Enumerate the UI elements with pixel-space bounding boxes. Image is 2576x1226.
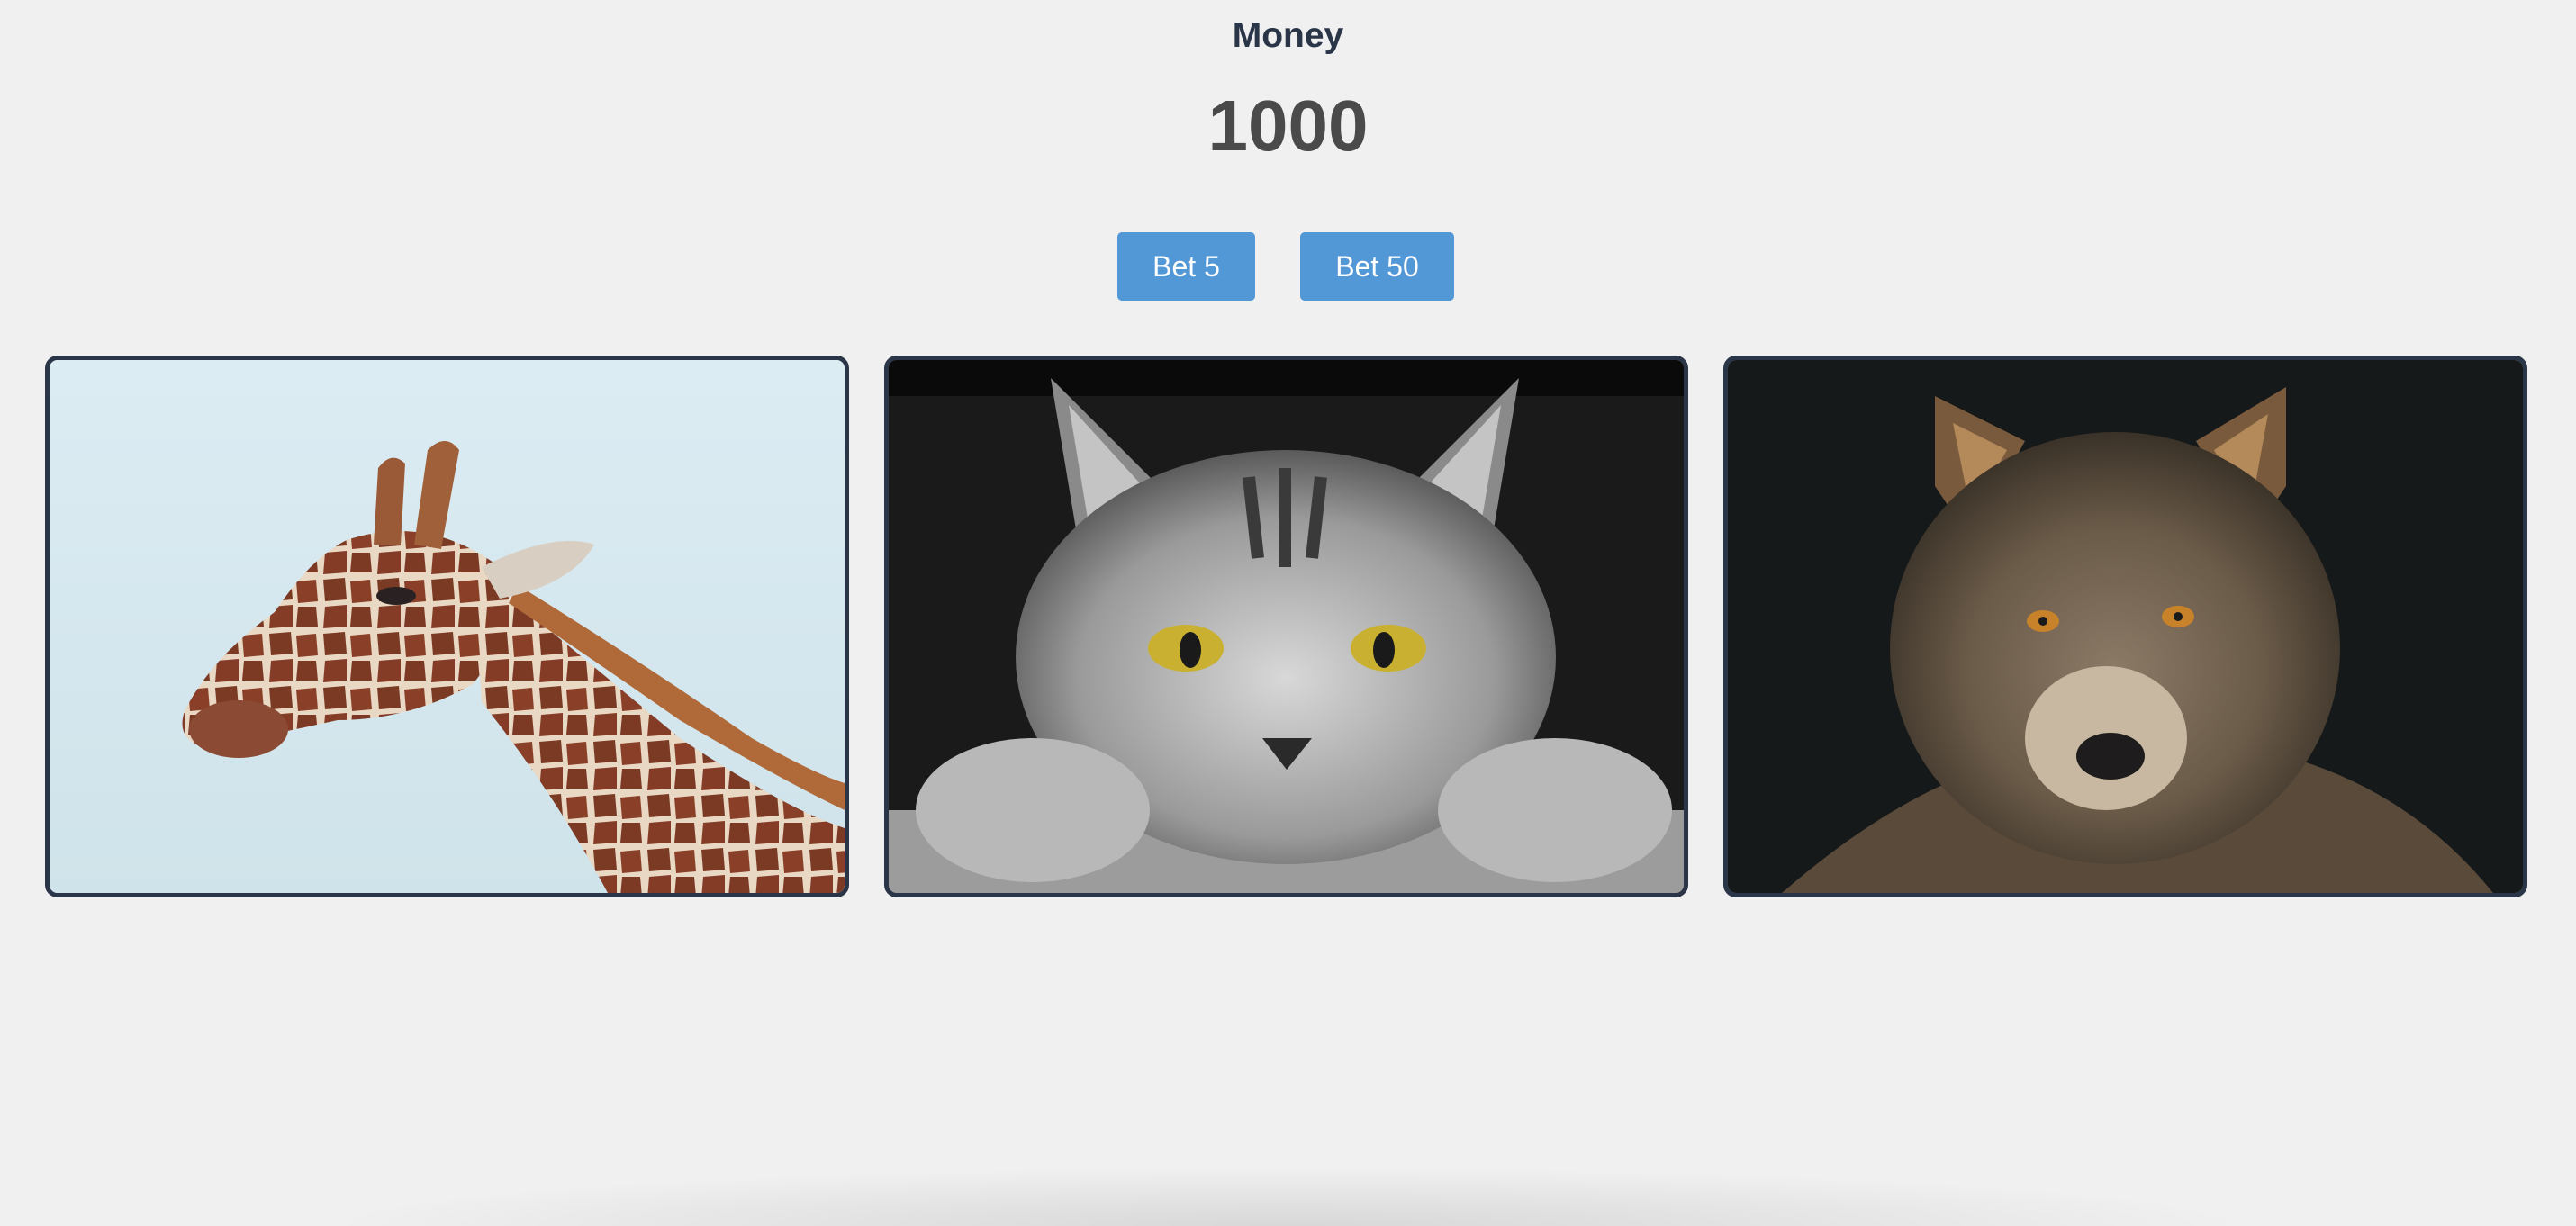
bet-50-button[interactable]: Bet 50 xyxy=(1300,232,1454,301)
game-screen: Money 1000 Bet 5 Bet 50 xyxy=(0,0,2576,1226)
bottom-shadow xyxy=(342,1168,2233,1226)
cat-photo xyxy=(889,360,1684,893)
money-value: 1000 xyxy=(1207,86,1369,166)
giraffe-photo xyxy=(50,360,845,893)
wolf-photo xyxy=(1728,360,2523,893)
money-label: Money xyxy=(1232,16,1344,55)
animal-card-cat[interactable] xyxy=(884,356,1688,897)
animal-card-giraffe[interactable] xyxy=(45,356,849,897)
animal-card-wolf[interactable] xyxy=(1723,356,2527,897)
bet-5-button[interactable]: Bet 5 xyxy=(1117,232,1255,301)
